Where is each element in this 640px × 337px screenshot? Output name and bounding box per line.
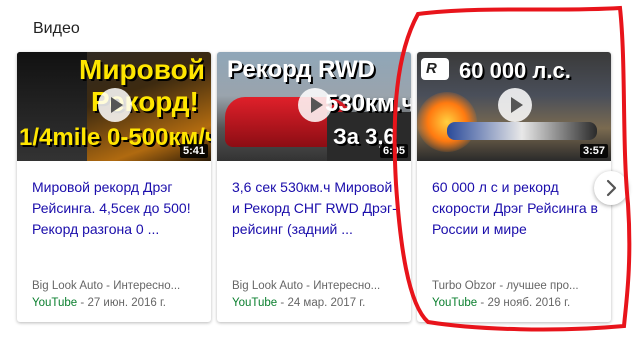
video-duration: 6:05	[379, 144, 408, 158]
video-card[interactable]: Мировой Рекорд! 1/4mile 0-500км/ч 5:41 М…	[17, 52, 211, 322]
video-channel: Turbo Obzor - лучшее про...	[432, 280, 579, 292]
video-thumbnail[interactable]: R 60 000 л.с. 3:57	[417, 52, 611, 161]
video-meta: YouTube - 29 нояб. 2016 г.	[432, 297, 604, 309]
video-source: YouTube	[232, 297, 278, 309]
video-title-link[interactable]: 3,6 сек 530км.ч Мировой и Рекорд СНГ RWD…	[232, 177, 400, 240]
next-button[interactable]	[594, 171, 628, 205]
section-title: Видео	[33, 20, 80, 37]
video-source: YouTube	[432, 297, 478, 309]
video-date: 27 июн. 2016 г.	[87, 297, 166, 309]
play-icon[interactable]	[298, 88, 332, 122]
thumbnail-caption: 530км.ч	[325, 90, 411, 117]
video-title-link[interactable]: 60 000 л с и рекорд скорости Дрэг Рейсин…	[432, 177, 600, 240]
video-channel: Big Look Auto - Интересно...	[232, 280, 381, 292]
thumbnail-caption: Мировой	[79, 54, 205, 85]
chevron-right-icon	[606, 179, 617, 197]
thumbnail-caption: Рекорд RWD	[227, 56, 375, 83]
video-title-link[interactable]: Мировой рекорд Дрэг Рейсинга. 4,5сек до …	[32, 177, 200, 240]
video-source: YouTube	[32, 297, 78, 309]
video-thumbnail[interactable]: Мировой Рекорд! 1/4mile 0-500км/ч 5:41	[17, 52, 211, 161]
video-date: 24 мар. 2017 г.	[287, 297, 366, 309]
video-channel: Big Look Auto - Интересно...	[32, 280, 181, 292]
video-duration: 3:57	[579, 144, 608, 158]
video-thumbnail[interactable]: Рекорд RWD 530км.ч За 3,6 6:05	[217, 52, 411, 161]
meta-separator: -	[77, 297, 88, 309]
video-meta: YouTube - 24 мар. 2017 г.	[232, 297, 404, 309]
brand-logo: R	[426, 60, 437, 77]
play-icon[interactable]	[498, 88, 532, 122]
video-duration: 5:41	[179, 144, 208, 158]
video-card[interactable]: R 60 000 л.с. 3:57 60 000 л с и рекорд с…	[417, 52, 611, 322]
video-card[interactable]: Рекорд RWD 530км.ч За 3,6 6:05 3,6 сек 5…	[217, 52, 411, 322]
thumbnail-caption: 60 000 л.с.	[459, 58, 571, 83]
meta-separator: -	[477, 297, 488, 309]
play-icon[interactable]	[98, 88, 132, 122]
meta-separator: -	[277, 297, 288, 309]
video-meta: YouTube - 27 июн. 2016 г.	[32, 297, 204, 309]
video-date: 29 нояб. 2016 г.	[487, 297, 571, 309]
